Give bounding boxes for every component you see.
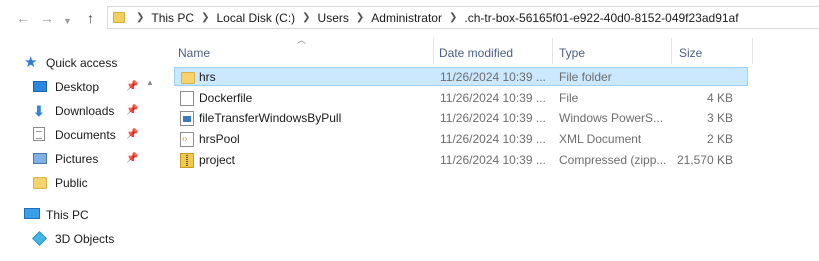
nav-item-label: Desktop: [55, 80, 100, 94]
star-icon: ★: [24, 54, 38, 71]
download-icon: ⬇: [33, 103, 45, 119]
file-row-hrspool[interactable]: hrsPool 11/26/2024 10:39 ... XML Documen…: [174, 130, 748, 149]
file-icon: [180, 91, 194, 106]
column-header-name[interactable]: Name: [178, 41, 210, 65]
nav-item-quick-access[interactable]: ★ Quick access: [24, 52, 117, 74]
nav-item-this-pc[interactable]: This PC: [24, 204, 89, 226]
nav-item-label: Public: [55, 176, 88, 190]
file-name: project: [199, 153, 236, 167]
column-header-date-modified[interactable]: Date modified: [439, 41, 513, 65]
3d-objects-icon: [32, 231, 49, 247]
file-name: Dockerfile: [199, 91, 253, 105]
column-divider[interactable]: [433, 38, 434, 64]
nav-item-downloads[interactable]: ⬇ Downloads: [33, 100, 114, 122]
forward-arrow-icon[interactable]: →: [40, 8, 54, 28]
column-header-type[interactable]: Type: [559, 41, 585, 65]
column-header-size[interactable]: Size: [679, 41, 702, 65]
file-date-modified: 11/26/2024 10:39 ...: [440, 91, 546, 105]
nav-item-label: This PC: [46, 208, 89, 222]
pin-icon[interactable]: 📌: [126, 129, 138, 140]
chevron-right-icon[interactable]: ❯: [201, 12, 209, 23]
file-date-modified: 11/26/2024 10:39 ...: [440, 111, 546, 125]
file-row-hrs[interactable]: hrs 11/26/2024 10:39 ... File folder: [174, 67, 748, 86]
file-name: fileTransferWindowsByPull: [199, 111, 342, 125]
recent-locations-chevron-icon[interactable]: ▼: [63, 11, 72, 31]
file-type: Compressed (zipp...: [559, 153, 667, 167]
nav-item-label: 3D Objects: [55, 232, 115, 246]
breadcrumb[interactable]: ❯ This PC ❯ Local Disk (C:) ❯ Users ❯ Ad…: [107, 6, 819, 29]
folder-icon: [181, 72, 195, 84]
file-row-project[interactable]: project 11/26/2024 10:39 ... Compressed …: [174, 151, 748, 170]
nav-item-public[interactable]: Public: [33, 172, 88, 194]
nav-item-documents[interactable]: Documents: [33, 124, 116, 146]
nav-item-label: Downloads: [55, 104, 115, 118]
nav-item-label: Documents: [55, 128, 116, 142]
file-type: File folder: [559, 70, 612, 84]
scroll-up-arrow-icon[interactable]: ▲: [143, 76, 157, 90]
chevron-right-icon[interactable]: ❯: [302, 12, 310, 23]
powershell-script-icon: [180, 111, 194, 126]
file-size: 2 KB: [706, 132, 733, 146]
nav-item-desktop[interactable]: Desktop: [33, 76, 99, 98]
file-date-modified: 11/26/2024 10:39 ...: [440, 70, 546, 84]
zip-archive-icon: [180, 153, 194, 168]
file-size: 4 KB: [706, 91, 733, 105]
breadcrumb-local-disk[interactable]: Local Disk (C:): [216, 11, 295, 25]
file-size: [657, 68, 733, 87]
file-type: Windows PowerS...: [559, 111, 664, 125]
file-row-filetransferwindowsbypull[interactable]: fileTransferWindowsByPull 11/26/2024 10:…: [174, 109, 748, 128]
breadcrumb-administrator[interactable]: Administrator: [371, 11, 442, 25]
file-name: hrsPool: [199, 132, 240, 146]
pin-icon[interactable]: 📌: [126, 153, 138, 164]
folder-icon: [113, 12, 125, 23]
chevron-right-icon[interactable]: ❯: [136, 12, 144, 23]
file-list-pane: ︿ Name Date modified Type Size hrs 11/26…: [158, 35, 819, 261]
folder-icon: [33, 175, 49, 191]
sort-ascending-icon: ︿: [297, 35, 307, 45]
back-arrow-icon[interactable]: ←: [16, 8, 30, 28]
file-size: 3 KB: [706, 111, 733, 125]
nav-item-pictures[interactable]: Pictures: [33, 148, 98, 170]
file-type: XML Document: [559, 132, 642, 146]
file-date-modified: 11/26/2024 10:39 ...: [440, 132, 546, 146]
file-row-dockerfile[interactable]: Dockerfile 11/26/2024 10:39 ... File 4 K…: [174, 89, 748, 108]
pin-icon[interactable]: 📌: [126, 81, 138, 92]
computer-icon: [24, 207, 40, 223]
file-date-modified: 11/26/2024 10:39 ...: [440, 153, 546, 167]
column-divider[interactable]: [752, 38, 753, 64]
file-type: File: [559, 91, 579, 105]
pictures-icon: [33, 151, 49, 167]
breadcrumb-current-folder[interactable]: .ch-tr-box-56165f01-e922-40d0-8152-049f2…: [464, 11, 738, 25]
file-size: 21,570 KB: [676, 153, 733, 167]
breadcrumb-users[interactable]: Users: [318, 11, 349, 25]
navigation-pane: ▲ ★ Quick access Desktop 📌 ⬇ Downloads 📌…: [0, 36, 158, 261]
up-arrow-icon[interactable]: ↑: [87, 8, 94, 28]
pin-icon[interactable]: 📌: [126, 105, 138, 116]
column-divider[interactable]: [671, 38, 672, 64]
address-bar-area: ← → ▼ ↑ ❯ This PC ❯ Local Disk (C:) ❯ Us…: [0, 0, 819, 36]
documents-icon: [33, 127, 49, 143]
column-divider[interactable]: [552, 38, 553, 64]
file-name: hrs: [199, 70, 216, 84]
nav-item-3d-objects[interactable]: 3D Objects: [32, 228, 115, 250]
nav-item-label: Quick access: [46, 56, 118, 70]
desktop-icon: [33, 79, 49, 95]
breadcrumb-this-pc[interactable]: This PC: [151, 11, 194, 25]
nav-item-label: Pictures: [55, 152, 99, 166]
chevron-right-icon[interactable]: ❯: [449, 12, 457, 23]
chevron-right-icon[interactable]: ❯: [356, 12, 364, 23]
xml-document-icon: [180, 132, 194, 147]
